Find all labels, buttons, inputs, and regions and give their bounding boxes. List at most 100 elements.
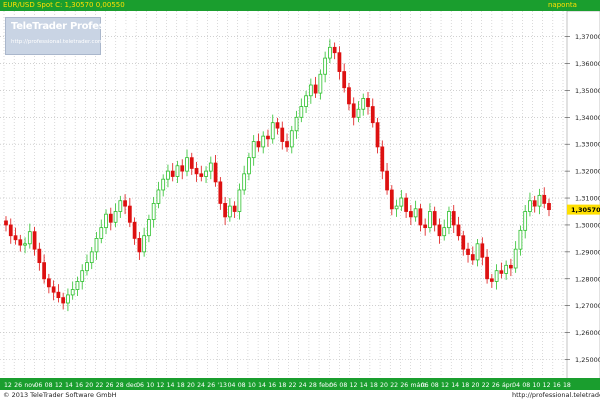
period-label: napontа xyxy=(548,1,577,9)
up-candle xyxy=(289,130,294,148)
x-tick-label: 10 xyxy=(146,382,154,389)
up-candle xyxy=(323,57,328,75)
x-tick-label: 08 xyxy=(238,382,246,389)
up-candle xyxy=(237,189,242,212)
down-candle xyxy=(8,224,13,237)
up-candle xyxy=(270,122,275,140)
down-candle xyxy=(461,235,466,250)
x-tick-label: 18 xyxy=(278,382,286,389)
x-tick-label: 14 xyxy=(167,382,175,389)
down-candle xyxy=(56,291,61,299)
up-candle xyxy=(227,205,232,218)
down-candle xyxy=(370,106,375,124)
up-candle xyxy=(399,197,404,207)
x-tick-label: 24 xyxy=(299,382,307,389)
x-tick-label: 08 xyxy=(431,382,439,389)
x-tick-label: 16 xyxy=(268,382,276,389)
up-candle xyxy=(70,289,75,296)
down-candle xyxy=(313,84,318,94)
down-candle xyxy=(451,211,456,226)
x-tick-label: 08 xyxy=(45,382,53,389)
up-candle xyxy=(513,248,518,269)
down-candle xyxy=(13,235,18,241)
down-candle xyxy=(470,254,475,261)
x-tick-label: 12 xyxy=(156,382,164,389)
x-tick-label: '13 xyxy=(217,382,227,389)
down-candle xyxy=(189,157,194,169)
logo-url: http://professional.teletrader.com/ xyxy=(11,39,106,45)
down-candle xyxy=(275,122,280,129)
down-candle xyxy=(375,122,380,148)
up-candle xyxy=(247,157,251,175)
up-candle xyxy=(151,203,156,220)
down-candle xyxy=(385,170,389,191)
x-tick-label: 14 xyxy=(451,382,459,389)
up-candle xyxy=(85,262,89,272)
up-candle xyxy=(356,108,361,118)
up-candle xyxy=(104,213,108,229)
x-tick-label: 12 xyxy=(350,382,358,389)
up-candle xyxy=(504,264,509,274)
x-tick-label: 18 xyxy=(177,382,185,389)
down-candle xyxy=(213,162,218,183)
down-candle xyxy=(108,213,113,223)
down-candle xyxy=(285,141,289,148)
x-tick-label: 04 xyxy=(228,382,236,389)
y-tick-label: 1,32000 xyxy=(575,168,600,176)
x-tick-label: 26 xyxy=(106,382,114,389)
y-tick-label: 1,28000 xyxy=(575,275,600,283)
up-candle xyxy=(156,189,161,204)
down-candle xyxy=(466,248,470,255)
up-candle xyxy=(175,165,180,177)
x-tick-label: 06 xyxy=(34,382,42,389)
down-candle xyxy=(366,98,370,107)
instrument-header: EUR/USD Spot C: 1,30570 0,00550 napontа xyxy=(0,0,600,11)
down-candle xyxy=(480,243,485,258)
y-tick-label: 1,34000 xyxy=(575,114,600,122)
up-candle xyxy=(308,84,313,97)
up-candle xyxy=(394,205,399,210)
up-candle xyxy=(75,281,80,290)
x-tick-label: 26 xyxy=(400,382,408,389)
down-candle xyxy=(232,205,237,212)
x-tick-label: 20 xyxy=(85,382,93,389)
down-candle xyxy=(32,231,37,250)
x-tick-label: 06 xyxy=(136,382,144,389)
chart-area[interactable]: 1,25000 1,26000 1,27000 1,28000 1,29000 1,300… xyxy=(0,11,600,400)
x-tick-label: 06 xyxy=(421,382,429,389)
up-candle xyxy=(528,200,532,212)
up-candle xyxy=(447,211,451,229)
down-candle xyxy=(509,264,513,269)
up-candle xyxy=(442,227,447,237)
y-tick-label: 1,37000 xyxy=(575,33,600,41)
x-tick-label: 26 xyxy=(207,382,215,389)
y-tick-label: 1,29000 xyxy=(575,248,600,256)
x-tick-label: 26 xyxy=(492,382,500,389)
x-tick-label: 20 xyxy=(187,382,195,389)
x-tick-label: 26 xyxy=(14,382,22,389)
up-candle xyxy=(537,194,542,207)
y-tick-label: 1,31000 xyxy=(575,195,600,203)
up-candle xyxy=(147,219,151,237)
up-candle xyxy=(361,98,366,110)
down-candle xyxy=(351,103,356,118)
x-tick-label: 10 xyxy=(533,382,541,389)
down-candle xyxy=(404,197,408,212)
x-tick-label: 08 xyxy=(339,382,347,389)
copyright-text: © 2013 TeleTrader Software GmbH xyxy=(3,391,117,399)
up-candle xyxy=(99,227,104,239)
y-tick-label: 1,35000 xyxy=(575,87,600,95)
candlestick-chart[interactable]: 1,25000 1,26000 1,27000 1,28000 1,29000 1,300… xyxy=(0,11,600,390)
last-price-marker: 1,30570 xyxy=(567,204,600,215)
footer-url[interactable]: http://professional.teletrader.com/ xyxy=(512,390,600,400)
up-candle xyxy=(80,270,85,282)
y-tick-label: 1,25000 xyxy=(575,356,600,364)
up-candle xyxy=(261,135,266,148)
up-candle xyxy=(142,235,147,253)
up-candle xyxy=(518,229,523,250)
down-candle xyxy=(489,278,494,282)
y-tick-label: 1,30000 xyxy=(575,221,600,229)
up-candle xyxy=(113,211,118,223)
down-candle xyxy=(223,203,227,218)
x-tick-label: 14 xyxy=(65,382,73,389)
